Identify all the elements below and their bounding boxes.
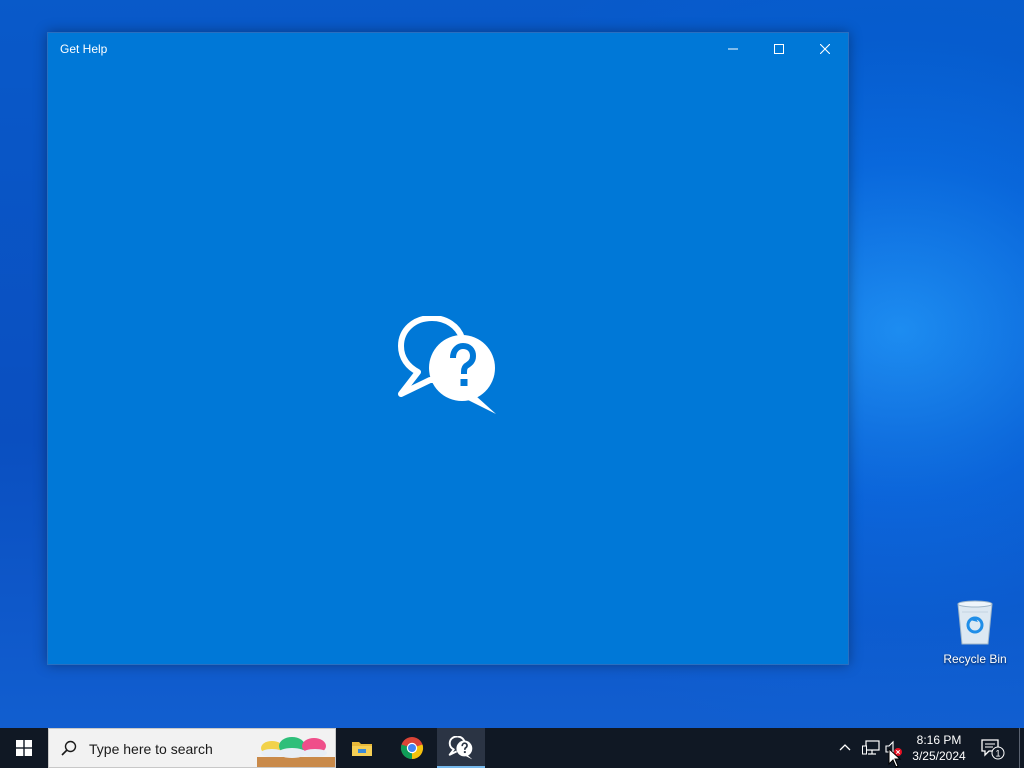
taskbar: Type here to search 8:16 PM 3/25/2024 1 — [0, 728, 1024, 768]
search-icon — [61, 740, 77, 756]
window-title: Get Help — [60, 42, 108, 56]
taskbar-file-explorer[interactable] — [338, 728, 386, 768]
recycle-bin[interactable]: Recycle Bin — [940, 600, 1010, 672]
get-help-window[interactable]: Get Help — [47, 32, 849, 665]
minimize-button[interactable] — [710, 33, 756, 65]
clock-date: 3/25/2024 — [912, 749, 966, 763]
taskbar-clock[interactable]: 8:16 PM 3/25/2024 — [904, 732, 974, 764]
notification-count: 1 — [995, 749, 1000, 759]
maximize-icon — [774, 44, 784, 54]
title-bar[interactable]: Get Help — [48, 33, 848, 65]
action-center-button[interactable]: 1 — [980, 738, 1006, 765]
start-button[interactable] — [0, 728, 48, 768]
get-help-chat-question-icon — [398, 316, 496, 414]
chevron-up-icon[interactable] — [838, 740, 852, 754]
network-icon[interactable] — [862, 740, 880, 756]
close-button[interactable] — [802, 33, 848, 65]
windows-logo-icon — [16, 740, 32, 756]
recycle-bin-label: Recycle Bin — [943, 652, 1007, 666]
taskbar-chrome[interactable] — [388, 728, 436, 768]
search-placeholder: Type here to search — [89, 741, 213, 757]
maximize-button[interactable] — [756, 33, 802, 65]
recycle-bin-icon — [957, 600, 993, 645]
taskbar-get-help[interactable] — [437, 728, 485, 768]
folder-icon — [352, 742, 372, 756]
minimize-icon — [728, 48, 738, 50]
chrome-icon — [400, 737, 424, 760]
show-desktop-button[interactable] — [1019, 728, 1020, 768]
search-box[interactable]: Type here to search — [48, 728, 336, 768]
clock-time: 8:16 PM — [916, 733, 962, 747]
close-icon — [820, 44, 830, 54]
get-help-icon — [448, 736, 473, 760]
notification-icon: 1 — [981, 739, 1005, 760]
mouse-cursor-icon — [888, 748, 902, 768]
search-highlight-art-icon — [257, 737, 335, 767]
